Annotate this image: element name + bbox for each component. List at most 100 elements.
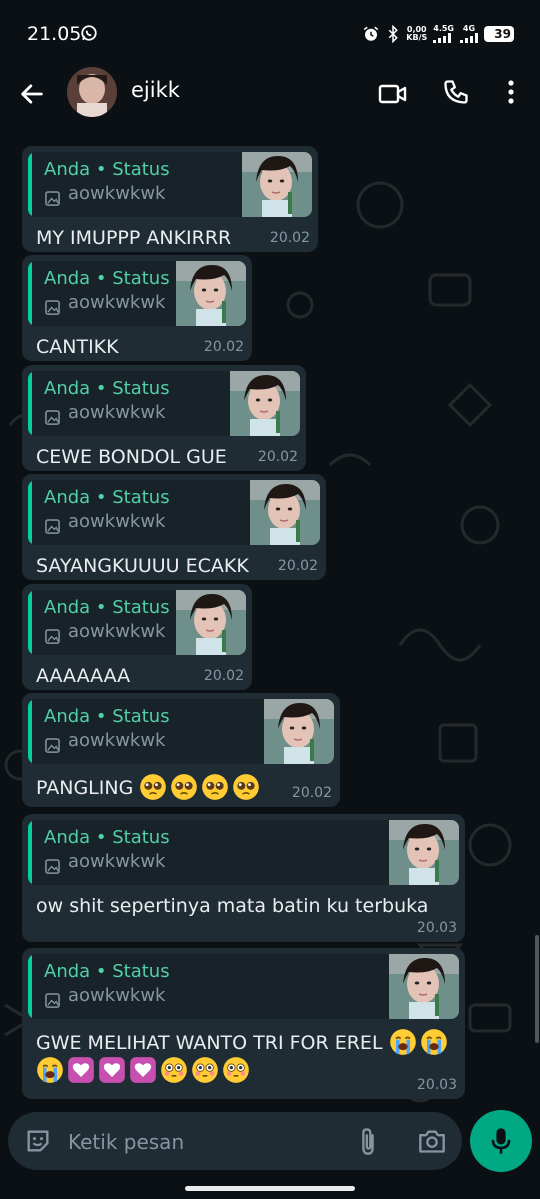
message-text: PANGLING (28, 764, 334, 801)
quote-author: Anda • Status (44, 961, 170, 982)
message-time: 20.03 (416, 920, 457, 936)
quote-caption: aowkwkwk (68, 730, 166, 751)
message-bubble[interactable]: Anda • Status aowkwkwk AAAAAAA 20.02 (22, 584, 252, 690)
arrow-left-icon[interactable] (18, 80, 46, 108)
quote-accent-bar (28, 371, 32, 436)
quote-caption: aowkwkwk (68, 402, 166, 423)
quote-author: Anda • Status (44, 487, 170, 508)
quoted-status[interactable]: Anda • Status aowkwkwk (28, 152, 312, 217)
quote-accent-bar (28, 820, 32, 885)
avatar[interactable] (67, 67, 117, 117)
message-bubble[interactable]: Anda • Status aowkwkwk CEWE BONDOL GUE 20.0… (22, 365, 306, 471)
quote-author: Anda • Status (44, 597, 170, 618)
quote-author: Anda • Status (44, 706, 170, 727)
message-bubble[interactable]: Anda • Status aowkwkwk PANGLING 20.02 (22, 693, 340, 807)
status-thumbnail (176, 261, 246, 326)
message-time: 20.02 (291, 785, 332, 801)
quote-author: Anda • Status (44, 827, 170, 848)
scrollbar-thumb[interactable] (535, 935, 539, 1043)
bluetooth-icon (388, 25, 399, 43)
quoted-status[interactable]: Anda • Status aowkwkwk (28, 699, 334, 764)
message-text-content: PANGLING (36, 777, 134, 799)
contact-name[interactable]: ejikk (131, 78, 180, 102)
status-thumbnail (250, 480, 320, 545)
quote-accent-bar (28, 480, 32, 545)
message-input[interactable] (66, 1124, 320, 1160)
message-text: GWE MELIHAT WANTO TRI FOR EREL (28, 1019, 459, 1084)
quoted-status[interactable]: Anda • Status aowkwkwk (28, 820, 459, 885)
loudly-crying-face-emoji (389, 1029, 420, 1055)
message-time: 20.02 (269, 230, 310, 246)
alarm-icon (364, 26, 379, 41)
image-icon (45, 738, 60, 753)
flushed-face-emoji (222, 1057, 253, 1083)
message-bubble[interactable]: Anda • Status aowkwkwk SAYANGKUUUU ECAKK 20… (22, 474, 326, 580)
message-text-content: CANTIKK (36, 336, 119, 358)
status-thumbnail (242, 152, 312, 217)
quoted-status[interactable]: Anda • Status aowkwkwk (28, 371, 300, 436)
loudly-crying-face-emoji (420, 1029, 451, 1055)
signal-bars-icon (460, 33, 478, 43)
quote-accent-bar (28, 699, 32, 764)
quote-caption: aowkwkwk (68, 511, 166, 532)
message-bubble[interactable]: Anda • Status aowkwkwk MY IMUPPP ANKIRRR 20… (22, 146, 318, 252)
message-time: 20.02 (203, 668, 244, 684)
phone-icon[interactable] (442, 78, 470, 106)
quoted-status[interactable]: Anda • Status aowkwkwk (28, 954, 459, 1019)
message-list[interactable]: Anda • Status aowkwkwk MY IMUPPP ANKIRRR 20… (0, 125, 540, 1110)
message-text-content: ow shit sepertinya mata batin ku terbuka (36, 895, 429, 917)
image-icon (45, 859, 60, 874)
image-icon (45, 410, 60, 425)
quoted-status[interactable]: Anda • Status aowkwkwk (28, 261, 246, 326)
image-icon (45, 191, 60, 206)
message-bubble[interactable]: Anda • Status aowkwkwk ow shit sepertinya … (22, 814, 465, 942)
flushed-face-emoji (160, 1057, 191, 1083)
message-time: 20.02 (257, 449, 298, 465)
message-time: 20.02 (277, 558, 318, 574)
message-text-content: AAAAAAA (36, 665, 131, 687)
quoted-status[interactable]: Anda • Status aowkwkwk (28, 480, 320, 545)
message-time: 20.02 (203, 339, 244, 355)
quote-accent-bar (28, 954, 32, 1019)
quote-accent-bar (28, 152, 32, 217)
message-composer (8, 1112, 462, 1170)
quote-caption: aowkwkwk (68, 183, 166, 204)
status-thumbnail (264, 699, 334, 764)
status-thumbnail (389, 954, 459, 1019)
message-bubble[interactable]: Anda • Status aowkwkwk CANTIKK 20.02 (22, 255, 252, 361)
status-thumbnail (176, 590, 246, 655)
message-text-content: SAYANGKUUUU ECAKK (36, 555, 249, 577)
more-vertical-icon[interactable] (505, 78, 517, 106)
image-icon (45, 993, 60, 1008)
loudly-crying-face-emoji (36, 1057, 67, 1083)
battery-icon: 39 (484, 26, 514, 42)
status-thumbnail (389, 820, 459, 885)
flushed-face-emoji (191, 1057, 222, 1083)
quote-accent-bar (28, 261, 32, 326)
pleading-face-emoji (170, 774, 201, 800)
heart-decoration-emoji (98, 1057, 129, 1083)
message-text-content: CEWE BONDOL GUE (36, 446, 227, 468)
video-camera-icon[interactable] (378, 80, 408, 108)
paperclip-icon[interactable] (357, 1126, 379, 1156)
status-thumbnail (230, 371, 300, 436)
quote-author: Anda • Status (44, 159, 170, 180)
sticker-smile-icon[interactable] (24, 1127, 52, 1155)
microphone-button[interactable] (470, 1110, 532, 1172)
gesture-home-bar[interactable] (185, 1186, 355, 1191)
message-time: 20.03 (416, 1077, 457, 1093)
signal-4g: 4G (460, 25, 478, 43)
quote-accent-bar (28, 590, 32, 655)
quote-caption: aowkwkwk (68, 292, 166, 313)
whatsapp-notification-icon (81, 25, 97, 41)
quoted-status[interactable]: Anda • Status aowkwkwk (28, 590, 246, 655)
camera-icon[interactable] (418, 1128, 446, 1154)
quote-caption: aowkwkwk (68, 621, 166, 642)
message-bubble[interactable]: Anda • Status aowkwkwk GWE MELIHAT WANTO T… (22, 948, 465, 1099)
net-speed: 0,00 KB/S (406, 25, 428, 42)
pleading-face-emoji (232, 774, 263, 800)
quote-caption: aowkwkwk (68, 985, 166, 1006)
quote-author: Anda • Status (44, 378, 170, 399)
signal-bars-icon (433, 33, 452, 43)
message-text: ow shit sepertinya mata batin ku terbuka (28, 885, 459, 919)
